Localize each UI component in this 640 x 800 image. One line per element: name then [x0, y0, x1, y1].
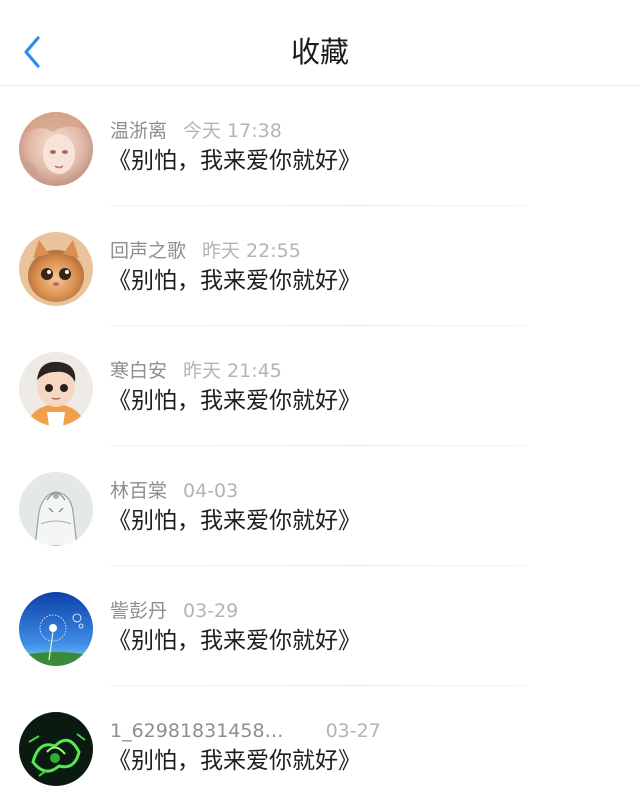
- timestamp: 今天 17:38: [183, 120, 282, 142]
- avatar: [19, 472, 93, 546]
- item-meta: 1_62981831458… 03-27: [110, 718, 381, 744]
- avatar: [19, 352, 93, 426]
- timestamp: 昨天 22:55: [202, 240, 301, 262]
- favorite-title: 《别怕，我来爱你就好》: [108, 628, 361, 654]
- list-item[interactable]: 1_62981831458… 03-27 《别怕，我来爱你就好》: [0, 686, 640, 800]
- timestamp: 04-03: [183, 480, 239, 502]
- list-item[interactable]: 回声之歌 昨天 22:55 《别怕，我来爱你就好》: [0, 206, 640, 326]
- timestamp: 03-27: [325, 720, 381, 742]
- favorite-title: 《别怕，我来爱你就好》: [108, 148, 361, 174]
- user-name: 回声之歌: [110, 240, 187, 262]
- favorite-title: 《别怕，我来爱你就好》: [108, 268, 361, 294]
- avatar: [19, 232, 93, 306]
- favorite-title: 《别怕，我来爱你就好》: [108, 508, 361, 534]
- list-item[interactable]: 温浙离 今天 17:38 《别怕，我来爱你就好》: [0, 86, 640, 206]
- item-meta: 林百棠 04-03: [110, 478, 238, 504]
- favorites-list: 温浙离 今天 17:38 《别怕，我来爱你就好》 回声之歌 昨天 22:55 《…: [0, 86, 640, 800]
- favorite-title: 《别怕，我来爱你就好》: [108, 748, 361, 774]
- user-name: 林百棠: [110, 480, 168, 502]
- timestamp: 昨天 21:45: [183, 360, 282, 382]
- item-meta: 寒白安 昨天 21:45: [110, 358, 282, 384]
- user-name: 寒白安: [110, 360, 168, 382]
- list-item[interactable]: 寒白安 昨天 21:45 《别怕，我来爱你就好》: [0, 326, 640, 446]
- avatar: [19, 712, 93, 786]
- list-item[interactable]: 訾彭丹 03-29 《别怕，我来爱你就好》: [0, 566, 640, 686]
- avatar: [19, 592, 93, 666]
- item-meta: 回声之歌 昨天 22:55: [110, 238, 301, 264]
- user-name: 1_62981831458…: [110, 720, 284, 742]
- nav-header: 收藏: [0, 0, 640, 86]
- page-title: 收藏: [290, 35, 349, 69]
- item-meta: 温浙离 今天 17:38: [110, 118, 282, 144]
- item-meta: 訾彭丹 03-29: [110, 598, 238, 624]
- user-name: 温浙离: [110, 120, 168, 142]
- favorite-title: 《别怕，我来爱你就好》: [108, 388, 361, 414]
- avatar: [19, 112, 93, 186]
- timestamp: 03-29: [183, 600, 239, 622]
- list-item[interactable]: 林百棠 04-03 《别怕，我来爱你就好》: [0, 446, 640, 566]
- user-name: 訾彭丹: [110, 600, 168, 622]
